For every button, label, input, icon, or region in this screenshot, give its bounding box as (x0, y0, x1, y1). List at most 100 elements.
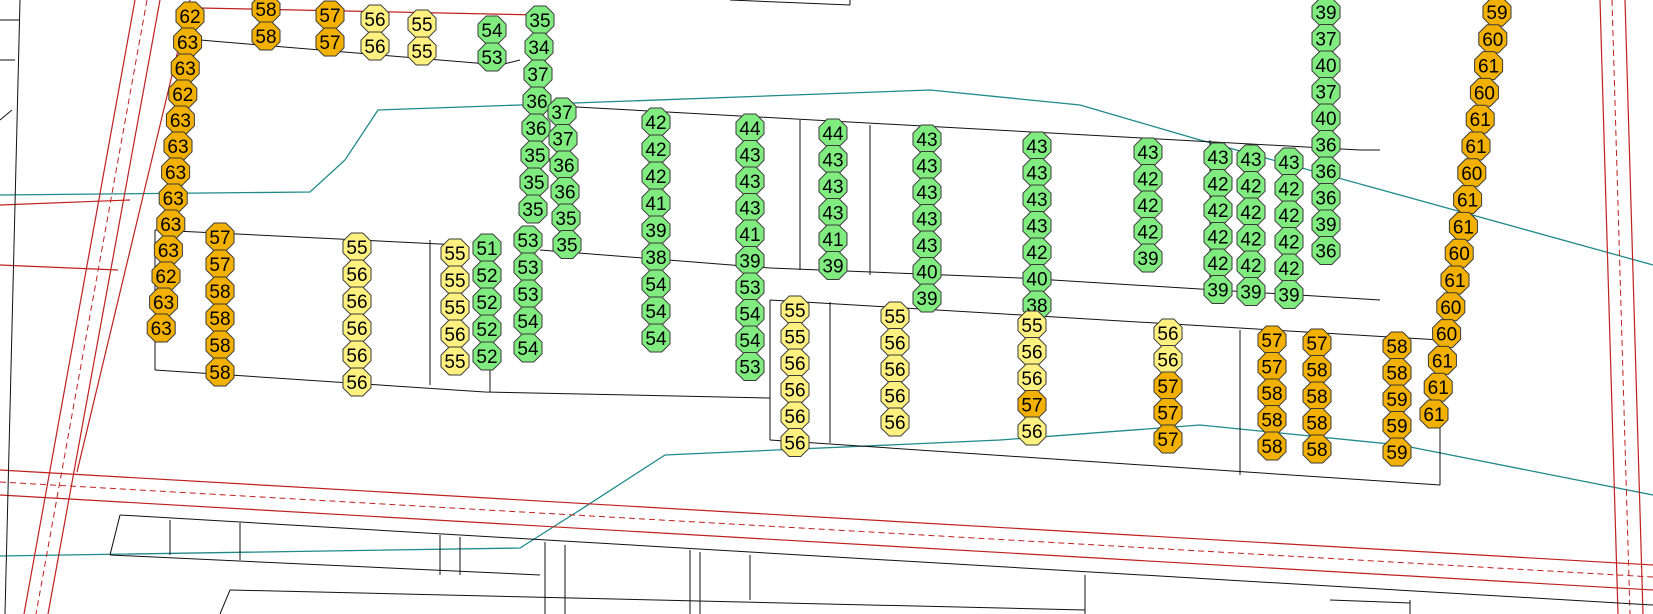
noise-marker-value: 39 (822, 257, 843, 278)
noise-marker-value: 61 (1423, 405, 1444, 426)
noise-marker: 57 (1257, 325, 1287, 355)
noise-marker-value: 43 (822, 204, 843, 225)
noise-marker: 42 (1274, 253, 1304, 283)
noise-marker: 56 (880, 328, 910, 357)
noise-marker: 57 (205, 222, 235, 252)
noise-marker: 56 (1017, 337, 1047, 366)
noise-marker-value: 43 (1026, 164, 1047, 185)
noise-marker-value: 59 (1386, 417, 1407, 438)
noise-marker-value: 55 (884, 307, 905, 328)
noise-marker-value: 42 (1207, 228, 1228, 249)
noise-marker: 58 (205, 303, 235, 333)
noise-marker: 58 (1382, 358, 1412, 387)
noise-marker-value: 43 (822, 177, 843, 198)
noise-marker: 62 (175, 1, 205, 31)
noise-marker-value: 35 (529, 11, 550, 32)
noise-marker: 61 (1448, 211, 1478, 241)
noise-marker-value: 56 (346, 346, 367, 367)
noise-marker-value: 57 (319, 6, 340, 27)
noise-marker: 42 (1133, 164, 1163, 193)
noise-marker-value: 36 (1315, 136, 1336, 157)
noise-marker: 58 (205, 330, 235, 360)
noise-marker-value: 57 (1261, 358, 1282, 379)
noise-marker: 55 (1017, 310, 1047, 340)
noise-marker-value: 36 (526, 92, 547, 113)
noise-marker: 54 (477, 15, 507, 45)
noise-marker: 62 (151, 261, 181, 291)
noise-marker-value: 56 (884, 413, 905, 434)
noise-marker: 42 (641, 134, 671, 164)
noise-marker-value: 39 (1207, 281, 1228, 302)
noise-marker-value: 42 (1240, 177, 1261, 198)
noise-marker-value: 35 (556, 236, 577, 257)
noise-marker: 57 (315, 0, 345, 30)
noise-marker: 56 (1153, 318, 1183, 348)
noise-marker-value: 52 (476, 293, 497, 314)
noise-marker: 42 (1203, 195, 1233, 225)
noise-marker: 54 (735, 325, 765, 355)
noise-marker: 36 (521, 113, 551, 143)
noise-marker: 43 (1022, 131, 1052, 161)
noise-marker: 42 (1236, 224, 1266, 253)
noise-marker-value: 39 (739, 252, 760, 273)
noise-marker: 43 (735, 140, 765, 169)
noise-map-canvas[interactable]: 3534373636353535373736363535535353545451… (0, 0, 1653, 614)
noise-marker-value: 36 (553, 156, 574, 177)
noise-marker-value: 40 (916, 263, 937, 284)
noise-marker: 42 (1133, 190, 1163, 220)
noise-marker: 58 (1302, 381, 1332, 411)
noise-marker-value: 41 (739, 225, 760, 246)
noise-marker: 56 (342, 313, 372, 343)
noise-marker: 43 (1236, 144, 1266, 174)
noise-marker-value: 41 (645, 194, 666, 215)
noise-marker: 52 (472, 287, 502, 317)
noise-marker-value: 57 (1157, 430, 1178, 451)
noise-marker: 39 (912, 283, 942, 313)
noise-marker: 36 (1311, 183, 1341, 212)
noise-marker-value: 39 (1240, 283, 1261, 304)
noise-marker: 53 (477, 42, 507, 72)
noise-marker-value: 52 (476, 320, 497, 341)
noise-marker: 61 (1453, 185, 1483, 215)
noise-marker: 58 (251, 0, 281, 24)
noise-marker: 61 (1474, 51, 1504, 81)
noise-marker: 57 (1153, 424, 1183, 454)
noise-marker: 39 (1236, 277, 1266, 306)
noise-marker-value: 36 (1315, 162, 1336, 183)
noise-marker-value: 36 (525, 119, 546, 140)
noise-marker-value: 54 (645, 302, 667, 323)
noise-marker-value: 60 (1449, 244, 1470, 265)
noise-marker: 63 (173, 27, 203, 57)
noise-marker: 63 (156, 209, 186, 239)
noise-marker: 42 (641, 107, 671, 137)
noise-marker: 57 (1153, 398, 1183, 427)
noise-marker-value: 58 (1306, 440, 1327, 461)
noise-marker: 42 (1133, 217, 1163, 246)
noise-marker: 43 (735, 166, 765, 196)
noise-marker-value: 55 (444, 271, 465, 292)
noise-marker-value: 54 (517, 312, 539, 333)
noise-marker-value: 63 (177, 33, 198, 54)
noise-marker: 42 (1203, 248, 1233, 278)
noise-marker: 55 (407, 9, 437, 39)
noise-marker-value: 57 (1261, 331, 1282, 352)
noise-marker-value: 56 (1157, 324, 1178, 345)
noise-marker-value: 63 (158, 241, 179, 262)
noise-marker-value: 58 (1306, 414, 1327, 435)
noise-marker-value: 54 (645, 329, 667, 350)
noise-marker: 56 (880, 354, 910, 384)
noise-marker-value: 39 (1137, 249, 1158, 270)
noise-marker: 43 (818, 198, 848, 227)
noise-marker: 61 (1465, 104, 1495, 134)
noise-marker-value: 56 (1021, 422, 1042, 443)
noise-marker-value: 55 (784, 328, 805, 349)
noise-marker: 56 (880, 381, 910, 410)
noise-marker: 58 (1257, 405, 1287, 434)
noise-marker: 41 (818, 224, 848, 254)
noise-marker: 63 (146, 313, 176, 343)
noise-marker: 42 (1236, 250, 1266, 280)
noise-marker-value: 56 (346, 265, 367, 286)
noise-marker-value: 43 (739, 172, 760, 193)
noise-marker: 61 (1423, 372, 1453, 402)
noise-marker: 55 (780, 295, 810, 325)
